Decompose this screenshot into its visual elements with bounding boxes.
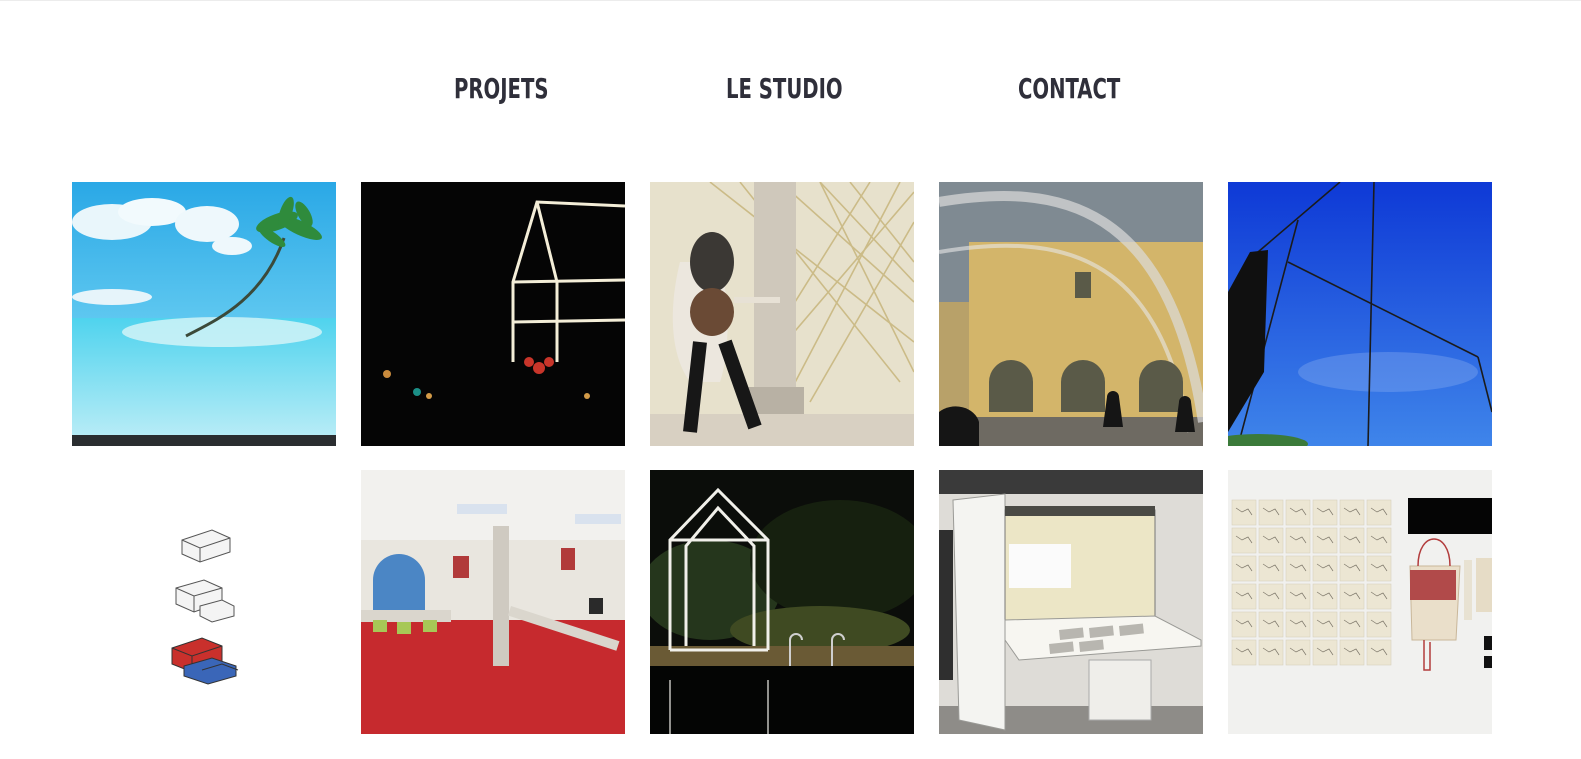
light-house-frame-night-photo: [361, 182, 625, 446]
house-frame-by-pool-photo: [650, 470, 914, 734]
sketches-wall-and-bags-photo: [1228, 470, 1492, 734]
project-tile-light-house-night[interactable]: [361, 182, 625, 446]
nav-link-projets[interactable]: PROJETS: [454, 72, 549, 105]
project-tile-workshop-room[interactable]: [361, 470, 625, 734]
palm-island-photo: [72, 182, 336, 446]
project-tile-sky-sculpture[interactable]: [1228, 182, 1492, 446]
page: PROJETS LE STUDIO CONTACT: [0, 0, 1581, 759]
red-floor-workshop-room-photo: [361, 470, 625, 734]
project-tile-axonometric-modules[interactable]: [72, 470, 336, 734]
project-tile-dome-courtyard[interactable]: [939, 182, 1203, 446]
nav-link-le-studio[interactable]: LE STUDIO: [726, 72, 843, 105]
transparent-dome-courtyard-photo: [939, 182, 1203, 446]
white-cabinet-projection-photo: [939, 470, 1203, 734]
project-tile-sketches-wall[interactable]: [1228, 470, 1492, 734]
axonometric-module-drawings: [72, 470, 336, 734]
main-menu: PROJETS LE STUDIO CONTACT: [0, 72, 1581, 112]
performer-with-bamboo-installation-photo: [650, 182, 914, 446]
project-tile-cabinet-projection[interactable]: [939, 470, 1203, 734]
top-border: [0, 0, 1581, 1]
project-tile-house-frame-pool[interactable]: [650, 470, 914, 734]
sky-cables-sculpture-photo: [1228, 182, 1492, 446]
nav-link-contact[interactable]: CONTACT: [1018, 72, 1120, 105]
project-tile-palm-island[interactable]: [72, 182, 336, 446]
project-tile-bamboo-performance[interactable]: [650, 182, 914, 446]
